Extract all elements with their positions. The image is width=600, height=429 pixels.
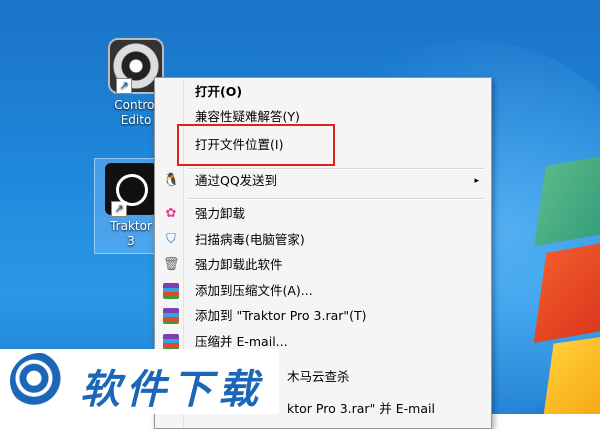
menu-item-force-uninstall[interactable]: ✿ 强力卸载 bbox=[157, 203, 487, 225]
menu-item-label: 扫描病毒(电脑管家) bbox=[195, 232, 305, 247]
menu-item-label: 强力卸载 bbox=[195, 206, 246, 221]
trash-icon: 🗑 bbox=[163, 257, 180, 272]
menu-separator bbox=[187, 198, 485, 200]
menu-item-label: 添加到 "Traktor Pro 3.rar"(T) bbox=[195, 308, 367, 323]
menu-item-add-to-archive[interactable]: 添加到压缩文件(A)... bbox=[157, 280, 487, 302]
dragon-logo-icon bbox=[10, 353, 70, 409]
winrar-icon bbox=[163, 308, 179, 324]
menu-item-force-uninstall-software[interactable]: 🗑 强力卸载此软件 bbox=[157, 254, 487, 276]
qq-penguin-icon: 🐧 bbox=[163, 173, 180, 188]
menu-item-scan-virus[interactable]: ⛉ 扫描病毒(电脑管家) bbox=[157, 229, 487, 251]
winrar-icon bbox=[163, 283, 179, 299]
menu-item-label: ktor Pro 3.rar" 并 E-mail bbox=[287, 401, 435, 416]
traktor-icon: ↗ bbox=[105, 163, 157, 217]
logo-text: 软件下载 bbox=[80, 367, 264, 413]
menu-item-add-to-rar[interactable]: 添加到 "Traktor Pro 3.rar"(T) bbox=[157, 305, 487, 327]
shortcut-arrow-icon: ↗ bbox=[116, 78, 132, 94]
menu-item-label: 木马云查杀 bbox=[287, 369, 350, 384]
highlight-box bbox=[177, 124, 335, 166]
menu-item-send-via-qq[interactable]: 🐧 通过QQ发送到 ▸ bbox=[157, 170, 487, 192]
shield-icon: ⛉ bbox=[166, 232, 176, 247]
colorful-flower-icon: ✿ bbox=[165, 206, 177, 221]
menu-item-label: 打开(O) bbox=[195, 84, 243, 99]
winrar-icon bbox=[163, 334, 179, 350]
menu-item-label: 通过QQ发送到 bbox=[195, 173, 278, 188]
menu-item-open[interactable]: 打开(O) bbox=[157, 81, 487, 103]
menu-item-label: 添加到压缩文件(A)... bbox=[195, 283, 313, 298]
shortcut-arrow-icon: ↗ bbox=[111, 201, 127, 217]
submenu-arrow-icon: ▸ bbox=[474, 176, 479, 186]
site-logo-overlay: 软件下载 bbox=[0, 349, 279, 414]
menu-item-label: 强力卸载此软件 bbox=[195, 257, 283, 272]
